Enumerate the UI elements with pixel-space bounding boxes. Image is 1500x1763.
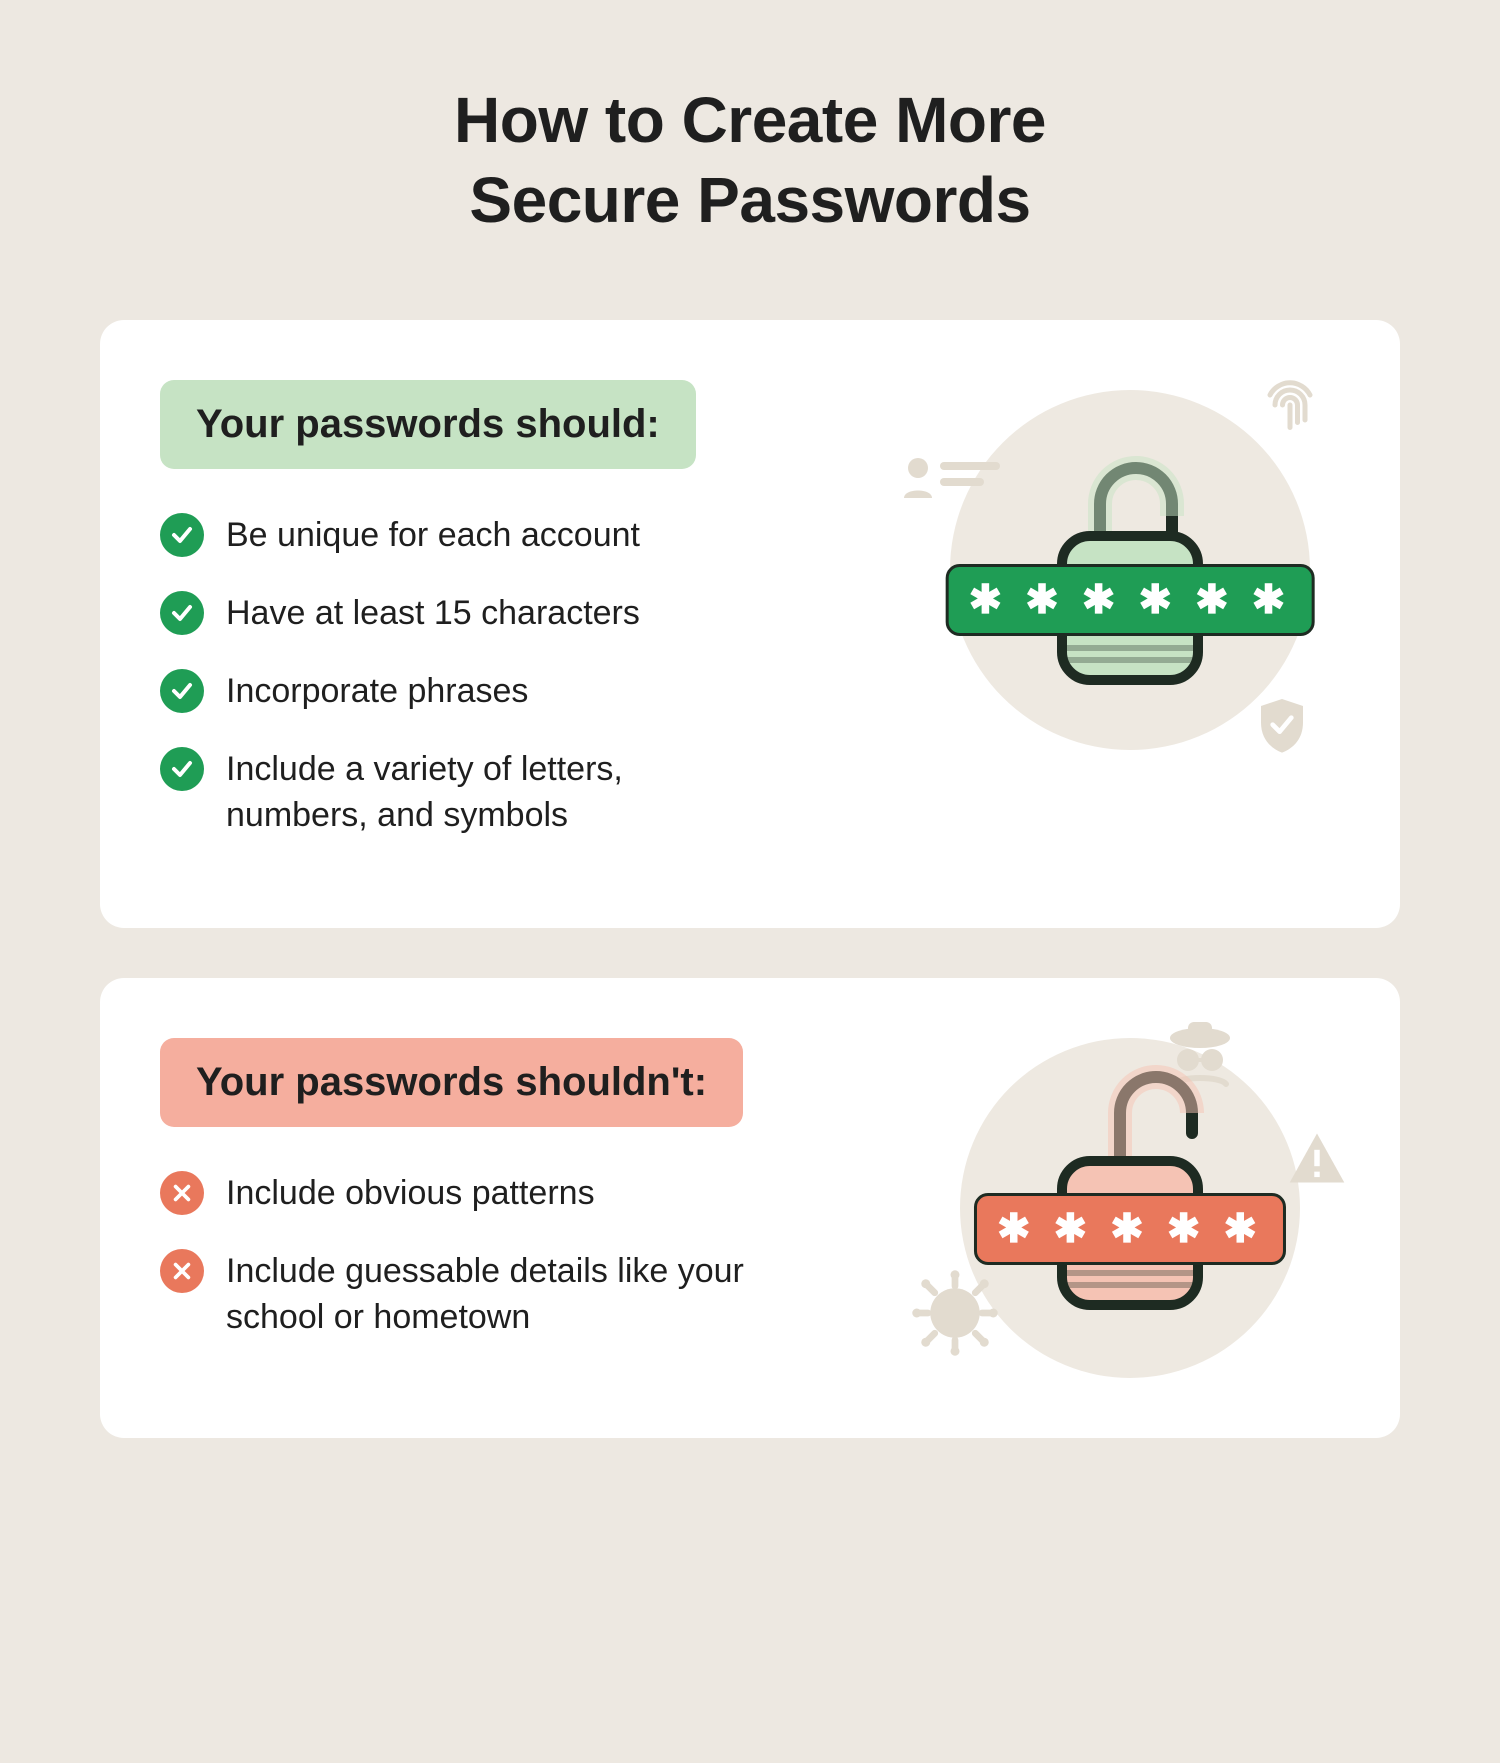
cross-icon <box>160 1249 204 1293</box>
check-icon <box>160 591 204 635</box>
shouldnt-item-text: Include obvious patterns <box>226 1169 595 1217</box>
should-item: Have at least 15 characters <box>160 589 880 637</box>
card-should: Your passwords should: Be unique for eac… <box>100 320 1400 928</box>
check-icon <box>160 747 204 791</box>
card-should-content: Your passwords should: Be unique for eac… <box>160 380 880 868</box>
card-shouldnt-content: Your passwords shouldn't: Include obviou… <box>160 1038 880 1371</box>
check-icon <box>160 513 204 557</box>
user-lines-icon <box>900 450 1010 510</box>
warning-icon <box>1284 1128 1350 1188</box>
should-item-text: Be unique for each account <box>226 511 640 559</box>
shouldnt-item-text: Include guessable details like your scho… <box>226 1247 746 1341</box>
check-icon <box>160 669 204 713</box>
title-line-2: Secure Passwords <box>469 164 1030 236</box>
should-item-text: Incorporate phrases <box>226 667 528 715</box>
password-bar-bad: ✱ ✱ ✱ ✱ ✱ <box>974 1193 1286 1265</box>
page-title: How to Create More Secure Passwords <box>100 80 1400 240</box>
shouldnt-item: Include guessable details like your scho… <box>160 1247 880 1341</box>
title-line-1: How to Create More <box>454 84 1046 156</box>
should-item: Include a variety of letters, numbers, a… <box>160 745 880 839</box>
password-bar-good: ✱ ✱ ✱ ✱ ✱ ✱ <box>946 564 1315 636</box>
fingerprint-icon <box>1260 370 1320 440</box>
shouldnt-item: Include obvious patterns <box>160 1169 880 1217</box>
cross-icon <box>160 1171 204 1215</box>
should-item-text: Have at least 15 characters <box>226 589 640 637</box>
banner-should: Your passwords should: <box>160 380 696 469</box>
banner-shouldnt: Your passwords shouldn't: <box>160 1038 743 1127</box>
card-shouldnt: Your passwords shouldn't: Include obviou… <box>100 978 1400 1438</box>
should-item: Be unique for each account <box>160 511 880 559</box>
should-item-text: Include a variety of letters, numbers, a… <box>226 745 746 839</box>
illustration-shouldnt: ✱ ✱ ✱ ✱ ✱ <box>920 1038 1340 1378</box>
should-item: Incorporate phrases <box>160 667 880 715</box>
virus-icon <box>910 1268 1000 1358</box>
illustration-should: ✱ ✱ ✱ ✱ ✱ ✱ <box>920 380 1340 760</box>
shield-check-icon <box>1254 694 1310 760</box>
